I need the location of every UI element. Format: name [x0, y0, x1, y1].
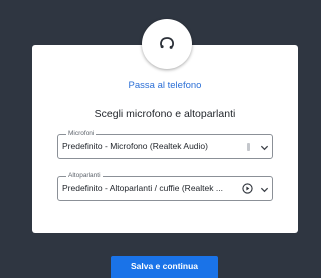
- microphone-value: Predefinito - Microfono (Realtek Audio): [62, 141, 208, 151]
- microphone-label: Microfoni: [66, 130, 97, 138]
- speakers-value: Predefinito - Altoparlanti / cuffie (Rea…: [62, 183, 223, 193]
- speakers-select[interactable]: Altoparlanti Predefinito - Altoparlanti …: [57, 172, 273, 201]
- switch-to-phone-button[interactable]: [142, 19, 192, 69]
- play-circle-icon[interactable]: [242, 183, 253, 194]
- dialog-title: Scegli microfono e altoparlanti: [94, 108, 236, 120]
- chevron-down-icon: [260, 145, 269, 151]
- chevron-down-icon: [260, 187, 269, 193]
- speakers-label: Altoparlanti: [66, 172, 103, 180]
- phone-icon: [160, 37, 174, 49]
- mic-level-icon: [247, 143, 250, 151]
- device-setup-page: Passa al telefono Scegli microfono e alt…: [0, 0, 321, 278]
- switch-to-phone-link[interactable]: Passa al telefono: [32, 80, 298, 91]
- microphone-select[interactable]: Microfoni Predefinito - Microfono (Realt…: [57, 130, 273, 159]
- save-and-continue-button[interactable]: Salva e continua: [111, 256, 218, 278]
